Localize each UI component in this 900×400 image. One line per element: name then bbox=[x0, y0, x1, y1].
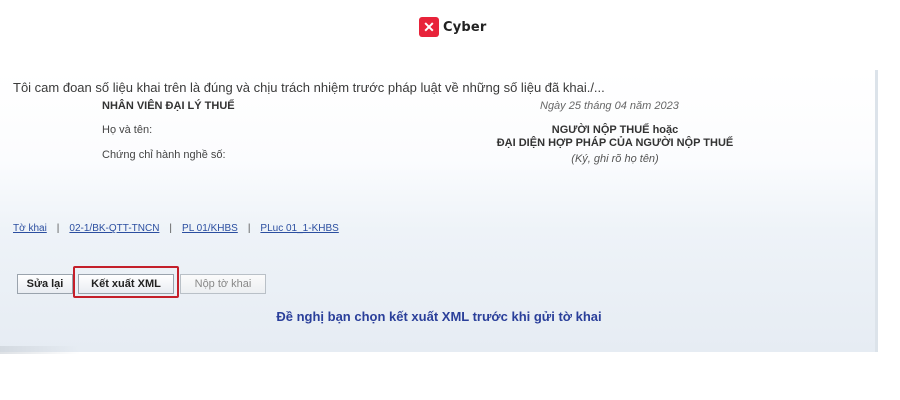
export-notice: Đề nghị bạn chọn kết xuất XML trước khi … bbox=[276, 309, 602, 324]
declaration-text: Tôi cam đoan số liệu khai trên là đúng v… bbox=[13, 80, 605, 95]
signer-line-2: ĐẠI DIỆN HỢP PHÁP CỦA NGƯỜI NỘP THUẾ bbox=[496, 137, 734, 149]
link-pl-01-khbs[interactable]: PL 01/KHBS bbox=[182, 223, 238, 234]
cyber-logo: ✕ Cyber bbox=[419, 17, 487, 37]
logo-text: Cyber bbox=[443, 19, 487, 35]
link-bk-qtt-tncn[interactable]: 02-1/BK-QTT-TNCN bbox=[69, 223, 159, 234]
tax-form-screen: Tôi cam đoan số liệu khai trên là đúng v… bbox=[0, 70, 878, 352]
submit-declaration-button[interactable]: Nộp tờ khai bbox=[180, 274, 266, 294]
signer-line-1: NGƯỜI NỘP THUẾ hoặc bbox=[551, 124, 679, 136]
link-separator: | bbox=[56, 223, 60, 234]
logo-x-icon: ✕ bbox=[419, 17, 439, 37]
link-to-khai[interactable]: Tờ khai bbox=[13, 223, 47, 234]
form-links: Tờ khai | 02-1/BK-QTT-TNCN | PL 01/KHBS … bbox=[13, 223, 339, 234]
signer-note: (Ký, ghi rõ họ tên) bbox=[571, 153, 659, 165]
link-separator: | bbox=[169, 223, 173, 234]
certificate-label: Chứng chỉ hành nghề số: bbox=[102, 149, 226, 161]
export-xml-button[interactable]: Kết xuất XML bbox=[78, 274, 174, 294]
signing-date: Ngày 25 tháng 04 năm 2023 bbox=[540, 100, 679, 112]
screen-shadow bbox=[0, 346, 80, 354]
agent-title: NHÂN VIÊN ĐẠI LÝ THUẾ bbox=[102, 100, 235, 112]
signer-block: NGƯỜI NỘP THUẾ hoặc ĐẠI DIỆN HỢP PHÁP CỦ… bbox=[470, 124, 760, 150]
link-separator: | bbox=[247, 223, 251, 234]
edit-button[interactable]: Sửa lại bbox=[17, 274, 73, 294]
screen-edge bbox=[875, 70, 878, 352]
name-label: Họ và tên: bbox=[102, 124, 153, 136]
link-pluc-01-1-khbs[interactable]: PLuc 01_1-KHBS bbox=[260, 223, 338, 234]
